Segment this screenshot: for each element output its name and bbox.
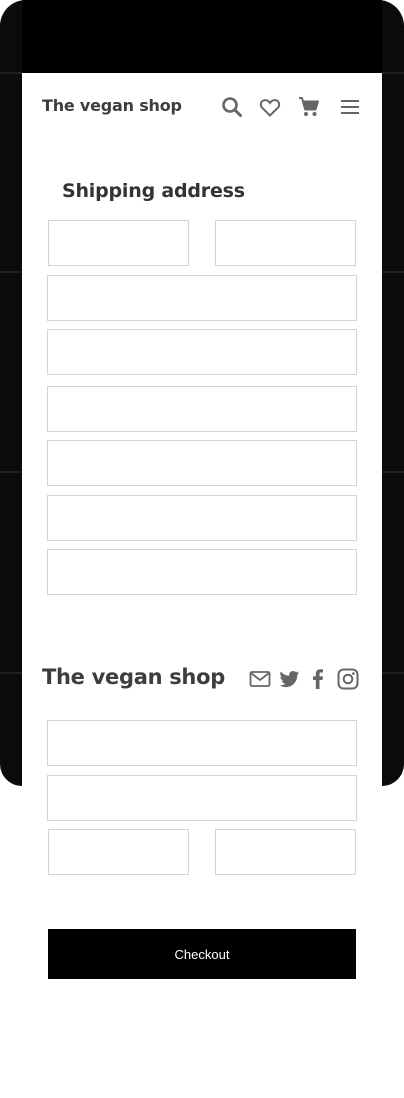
address-line-2-input[interactable] bbox=[47, 329, 357, 375]
card-cvc-input[interactable] bbox=[215, 829, 356, 875]
instagram-icon[interactable] bbox=[336, 667, 360, 691]
last-name-input[interactable] bbox=[215, 220, 356, 266]
card-expiry-input[interactable] bbox=[48, 829, 189, 875]
country-input[interactable] bbox=[47, 549, 357, 595]
zip-code-input[interactable] bbox=[47, 495, 357, 541]
facebook-icon[interactable] bbox=[306, 667, 330, 691]
status-bar bbox=[22, 0, 382, 73]
first-name-input[interactable] bbox=[48, 220, 189, 266]
checkout-button[interactable]: Checkout bbox=[48, 929, 356, 979]
brand-logo[interactable]: The vegan shop bbox=[42, 96, 182, 115]
search-icon[interactable] bbox=[220, 95, 244, 119]
mail-icon[interactable] bbox=[248, 667, 272, 691]
card-name-input[interactable] bbox=[47, 720, 357, 766]
heart-icon[interactable] bbox=[258, 95, 282, 119]
card-number-input[interactable] bbox=[47, 775, 357, 821]
twitter-icon[interactable] bbox=[277, 667, 301, 691]
footer-brand: The vegan shop bbox=[42, 665, 225, 689]
state-input[interactable] bbox=[47, 440, 357, 486]
shipping-address-title: Shipping address bbox=[62, 180, 245, 202]
address-line-1-input[interactable] bbox=[47, 275, 357, 321]
cart-icon[interactable] bbox=[297, 95, 321, 119]
city-input[interactable] bbox=[47, 386, 357, 432]
menu-icon[interactable] bbox=[338, 95, 362, 119]
